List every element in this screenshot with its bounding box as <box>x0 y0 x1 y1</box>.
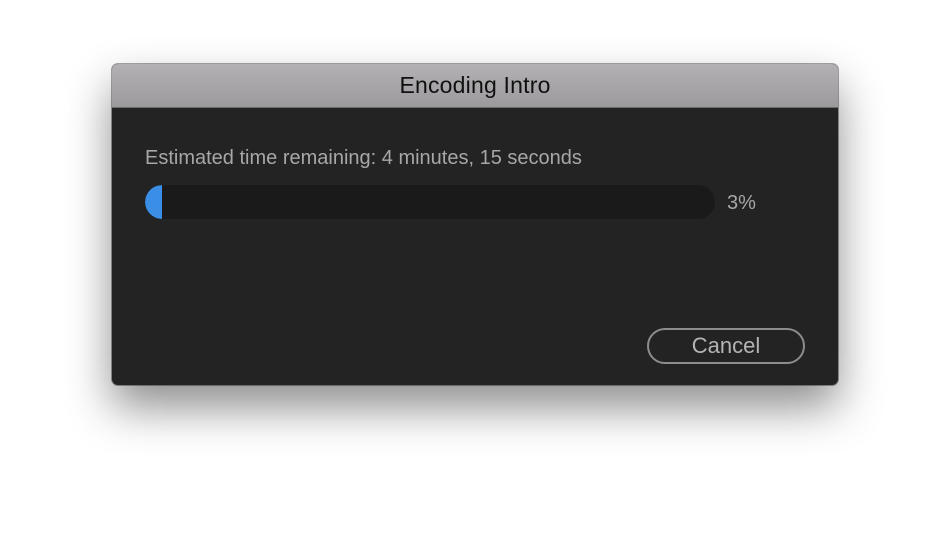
progress-percent-label: 3% <box>727 192 756 214</box>
encoding-dialog: Encoding Intro Estimated time remaining:… <box>112 64 838 385</box>
dialog-title: Encoding Intro <box>399 72 551 98</box>
dialog-titlebar[interactable]: Encoding Intro <box>112 64 838 108</box>
progress-bar <box>145 185 715 219</box>
progress-bar-fill <box>145 185 163 219</box>
time-remaining-text: Estimated time remaining: 4 minutes, 15 … <box>145 147 582 169</box>
cancel-button[interactable]: Cancel <box>647 328 805 364</box>
